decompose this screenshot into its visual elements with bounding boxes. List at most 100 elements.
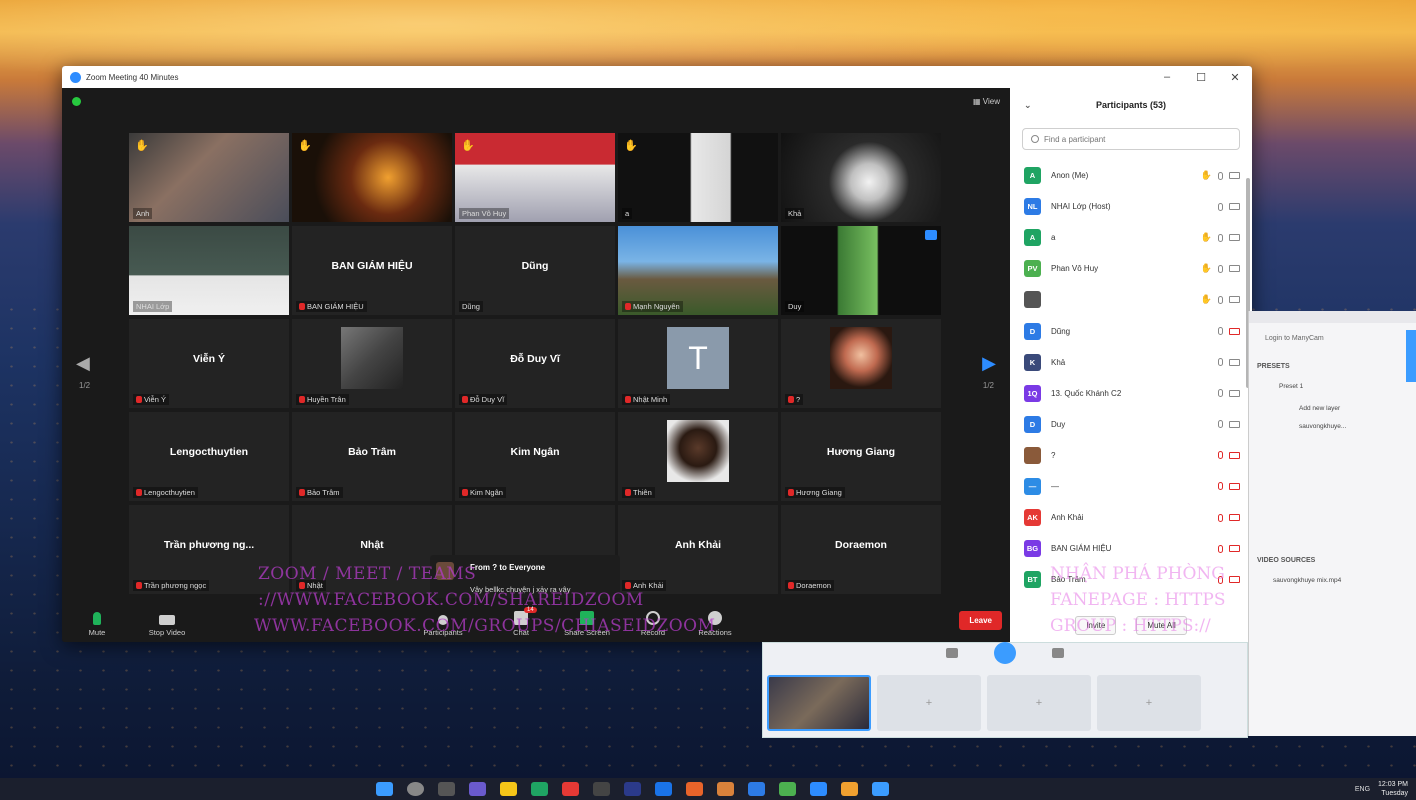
maximize-button[interactable]: ☐ — [1184, 71, 1218, 84]
participant-tile[interactable]: NHAI Lớp — [129, 226, 289, 315]
brave-icon[interactable] — [686, 782, 703, 796]
chrome-icon[interactable] — [841, 782, 858, 796]
login-link[interactable]: Login to ManyCam — [1265, 335, 1324, 342]
page-indicator-left: 1/2 — [79, 381, 91, 390]
stop-video-button[interactable]: Stop Video — [138, 615, 196, 637]
participant-row-name: 13. Quốc Khánh C2 — [1051, 388, 1122, 398]
participant-tile[interactable]: BAN GIÁM HIỆU BAN GIÁM HIỆU — [292, 226, 452, 315]
participant-tile[interactable]: Mạnh Nguyên — [618, 226, 778, 315]
scene-thumb-add[interactable]: + — [987, 675, 1091, 731]
participant-row[interactable]: ✋ — [1010, 284, 1246, 315]
participant-row-name: — — [1051, 481, 1059, 491]
scene-thumb-add[interactable]: + — [877, 675, 981, 731]
presets-heading: PRESETS — [1257, 363, 1290, 370]
start-icon[interactable] — [376, 782, 393, 796]
task-view-icon[interactable] — [438, 782, 455, 796]
microphone-icon — [1218, 202, 1223, 211]
participant-row[interactable]: ? — [1010, 440, 1246, 471]
word-icon[interactable] — [655, 782, 672, 796]
add-layer-item[interactable]: Add new layer — [1299, 405, 1340, 412]
side-app-blue-tab[interactable] — [1406, 330, 1416, 382]
participant-name: BAN GIÁM HIỆU — [307, 302, 364, 311]
participant-row[interactable]: BG BAN GIÁM HIỆU — [1010, 533, 1246, 564]
tiktok-icon[interactable] — [593, 782, 610, 796]
clock[interactable]: 12:03 PM Tuesday — [1378, 780, 1408, 798]
leave-button[interactable]: Leave — [959, 611, 1002, 630]
scene-thumb-active[interactable] — [767, 675, 871, 731]
zoom-taskbar-icon[interactable] — [810, 782, 827, 796]
preset-1-item[interactable]: Preset 1 — [1279, 383, 1303, 390]
tile-options-icon[interactable] — [925, 230, 937, 240]
participant-tile[interactable]: Doraemon Doraemon — [781, 505, 941, 594]
encryption-shield-icon[interactable] — [72, 97, 81, 106]
collapse-chevron-icon[interactable]: ⌄ — [1024, 100, 1032, 111]
participant-search[interactable] — [1022, 128, 1240, 150]
participant-search-input[interactable] — [1044, 134, 1224, 144]
clock-day: Tuesday — [1381, 790, 1408, 797]
participant-row[interactable]: K Khả — [1010, 347, 1246, 378]
edge-icon[interactable] — [531, 782, 548, 796]
side-app-titlebar — [1249, 311, 1416, 323]
participant-row[interactable]: — — — [1010, 471, 1246, 502]
minecraft-icon[interactable] — [779, 782, 796, 796]
camera-source-icon[interactable] — [946, 648, 958, 658]
participant-name: ? — [796, 395, 801, 404]
scene-thumb-add[interactable]: + — [1097, 675, 1201, 731]
participant-tile[interactable]: ✋ a — [618, 133, 778, 222]
sublime-icon[interactable] — [717, 782, 734, 796]
mute-button[interactable]: Mute — [68, 612, 126, 637]
vscode-icon[interactable] — [748, 782, 765, 796]
participant-tile[interactable]: Lengocthuytien Lengocthuytien — [129, 412, 289, 501]
participant-tile[interactable]: Khả — [781, 133, 941, 222]
widgets-icon[interactable] — [469, 782, 486, 796]
participant-row[interactable]: AK Anh Khải — [1010, 502, 1246, 533]
participant-tile[interactable]: Đỗ Duy Vĩ Đỗ Duy Vĩ — [455, 319, 615, 408]
participant-tile[interactable]: Hương Giang Hương Giang — [781, 412, 941, 501]
search-icon[interactable] — [407, 782, 424, 796]
participant-row-name: ? — [1051, 450, 1056, 460]
next-page-arrow-icon[interactable]: ▶ — [982, 353, 996, 374]
participant-row[interactable]: D Duy — [1010, 409, 1246, 440]
participant-tile[interactable]: Viễn Ý Viễn Ý — [129, 319, 289, 408]
participant-tile[interactable]: Duy — [781, 226, 941, 315]
participant-tile[interactable]: Kim Ngân Kim Ngân — [455, 412, 615, 501]
video-source-item[interactable]: sauvongkhuye mix.mp4 — [1273, 577, 1341, 584]
participant-tile[interactable]: ? — [781, 319, 941, 408]
participant-tile[interactable]: T Nhật Minh — [618, 319, 778, 408]
snapshot-icon[interactable] — [1052, 648, 1064, 658]
close-button[interactable]: ✕ — [1218, 71, 1252, 84]
mic-muted-icon — [1218, 482, 1223, 491]
participant-video — [129, 133, 289, 222]
camera-icon — [1229, 296, 1240, 304]
main-source-icon[interactable] — [994, 642, 1016, 664]
participant-tile[interactable]: Dũng Dũng — [455, 226, 615, 315]
lang-indicator[interactable]: ENG — [1355, 786, 1370, 793]
participant-row[interactable]: A Anon (Me) ✋ — [1010, 160, 1246, 191]
participant-tile[interactable]: Anh Khải Anh Khải — [618, 505, 778, 594]
view-button[interactable]: ▦ View — [973, 97, 1000, 106]
participant-row[interactable]: D Dũng — [1010, 315, 1246, 346]
minimize-button[interactable]: – — [1150, 71, 1184, 84]
participant-tile[interactable]: ✋ — [292, 133, 452, 222]
layer-file-item[interactable]: sauvongkhuye... — [1299, 423, 1346, 430]
participant-row[interactable]: NL NHAI Lớp (Host) — [1010, 191, 1246, 222]
participant-row[interactable]: Aa ✋ — [1010, 222, 1246, 253]
participant-tile[interactable]: ✋ Anh — [129, 133, 289, 222]
premiere-icon[interactable] — [624, 782, 641, 796]
participant-tile[interactable]: Bảo Trâm Bảo Trâm — [292, 412, 452, 501]
participant-tile[interactable]: Huyền Trân — [292, 319, 452, 408]
tile-center-name: Viễn Ý — [193, 352, 225, 365]
participant-name: Doraemon — [796, 581, 832, 590]
prev-page-arrow-icon[interactable]: ◀ — [76, 353, 90, 374]
store-icon[interactable] — [562, 782, 579, 796]
watermark-line-1: ZOOM / MEET / TEAMS — [258, 564, 477, 584]
participant-tile[interactable]: Thiên — [618, 412, 778, 501]
camera-off-icon — [1229, 451, 1240, 459]
file-explorer-icon[interactable] — [500, 782, 517, 796]
app-icon[interactable] — [872, 782, 889, 796]
participant-tile[interactable]: ✋ Phan Vô Huy — [455, 133, 615, 222]
participant-row[interactable]: PV Phan Vô Huy ✋ — [1010, 253, 1246, 284]
view-label: View — [982, 97, 1000, 106]
participants-header: ⌄ Participants (53) — [1010, 88, 1252, 122]
participant-row[interactable]: 1Q 13. Quốc Khánh C2 — [1010, 378, 1246, 409]
